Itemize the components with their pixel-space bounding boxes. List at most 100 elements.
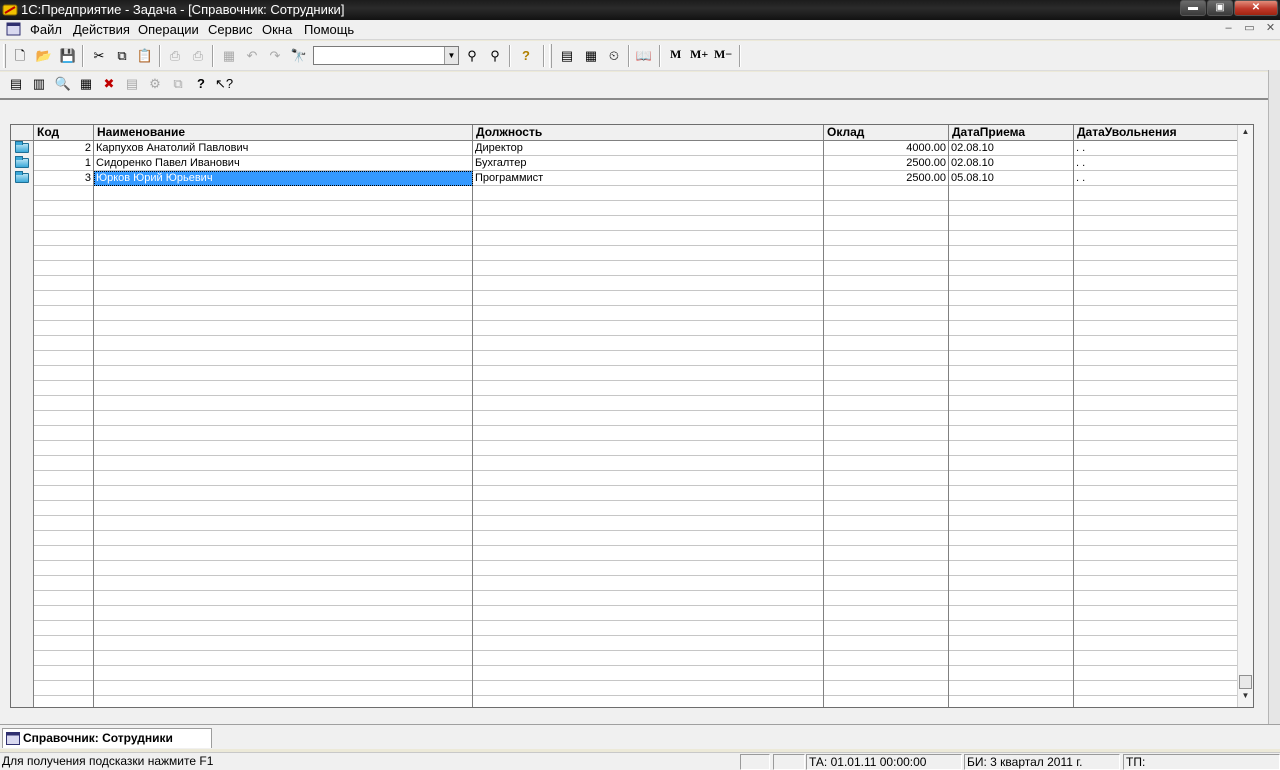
name-cell[interactable] — [94, 696, 473, 707]
name-cell[interactable] — [94, 411, 473, 426]
name-cell[interactable] — [94, 516, 473, 531]
row-icon-cell[interactable] — [11, 651, 34, 666]
code-cell[interactable] — [34, 591, 94, 606]
position-cell[interactable] — [473, 246, 824, 261]
toolbar-grip[interactable] — [549, 44, 552, 68]
book-icon[interactable]: 📖 — [634, 46, 654, 66]
salary-cell[interactable]: 4000.00 — [824, 141, 949, 156]
empty-table-row[interactable] — [11, 636, 1237, 651]
name-cell[interactable]: Юрков Юрий Юрьевич — [94, 171, 473, 186]
code-cell[interactable] — [34, 441, 94, 456]
empty-table-row[interactable] — [11, 621, 1237, 636]
whats-this-icon[interactable]: ↖? — [214, 74, 234, 94]
row-icon-cell[interactable] — [11, 336, 34, 351]
help-icon[interactable]: ? — [516, 46, 536, 66]
copy-icon[interactable]: ⧉ — [112, 46, 132, 66]
salary-cell[interactable] — [824, 291, 949, 306]
print-icon[interactable]: ⎙ — [165, 46, 185, 66]
hire-date-cell[interactable] — [949, 591, 1074, 606]
fire-date-cell[interactable] — [1074, 636, 1237, 651]
code-cell[interactable]: 2 — [34, 141, 94, 156]
position-cell[interactable] — [473, 606, 824, 621]
name-cell[interactable] — [94, 381, 473, 396]
restore-button[interactable]: ▣ — [1207, 0, 1233, 16]
name-cell[interactable] — [94, 666, 473, 681]
column-header-hire-date[interactable]: ДатаПриема — [949, 125, 1074, 141]
position-cell[interactable] — [473, 396, 824, 411]
fire-date-cell[interactable] — [1074, 576, 1237, 591]
position-cell[interactable] — [473, 516, 824, 531]
position-cell[interactable] — [473, 591, 824, 606]
salary-cell[interactable] — [824, 471, 949, 486]
fire-date-cell[interactable] — [1074, 651, 1237, 666]
position-cell[interactable] — [473, 576, 824, 591]
empty-table-row[interactable] — [11, 426, 1237, 441]
salary-cell[interactable] — [824, 621, 949, 636]
position-cell[interactable] — [473, 546, 824, 561]
menu-help[interactable]: Помощь — [304, 22, 354, 37]
salary-cell[interactable] — [824, 546, 949, 561]
column-header-icon[interactable] — [11, 125, 34, 141]
paste-icon[interactable]: 📋 — [135, 46, 155, 66]
name-cell[interactable] — [94, 621, 473, 636]
row-icon-cell[interactable] — [11, 576, 34, 591]
fire-date-cell[interactable] — [1074, 186, 1237, 201]
salary-cell[interactable] — [824, 531, 949, 546]
position-cell[interactable] — [473, 441, 824, 456]
row-icon-cell[interactable] — [11, 411, 34, 426]
column-header-fire-date[interactable]: ДатаУвольнения — [1074, 125, 1237, 141]
fire-date-cell[interactable] — [1074, 426, 1237, 441]
name-cell[interactable] — [94, 201, 473, 216]
position-cell[interactable] — [473, 531, 824, 546]
empty-table-row[interactable] — [11, 471, 1237, 486]
empty-table-row[interactable] — [11, 681, 1237, 696]
code-cell[interactable] — [34, 246, 94, 261]
fire-date-cell[interactable] — [1074, 531, 1237, 546]
salary-cell[interactable] — [824, 366, 949, 381]
code-cell[interactable] — [34, 321, 94, 336]
name-cell[interactable]: Сидоренко Павел Иванович — [94, 156, 473, 171]
empty-table-row[interactable] — [11, 576, 1237, 591]
name-cell[interactable] — [94, 456, 473, 471]
salary-cell[interactable] — [824, 426, 949, 441]
row-icon-cell[interactable] — [11, 351, 34, 366]
undo-icon[interactable]: ↶ — [242, 46, 262, 66]
search-combobox[interactable]: ▼ — [313, 46, 459, 65]
hire-date-cell[interactable]: 02.08.10 — [949, 156, 1074, 171]
hire-date-cell[interactable] — [949, 681, 1074, 696]
salary-cell[interactable] — [824, 666, 949, 681]
name-cell[interactable] — [94, 321, 473, 336]
position-cell[interactable]: Директор — [473, 141, 824, 156]
row-icon-cell[interactable] — [11, 501, 34, 516]
code-cell[interactable] — [34, 396, 94, 411]
chevron-down-icon[interactable]: ▼ — [444, 47, 458, 64]
fire-date-cell[interactable] — [1074, 486, 1237, 501]
salary-cell[interactable] — [824, 696, 949, 707]
column-header-code[interactable]: Код — [34, 125, 94, 141]
row-icon-cell[interactable] — [11, 246, 34, 261]
code-cell[interactable] — [34, 456, 94, 471]
empty-table-row[interactable] — [11, 246, 1237, 261]
empty-table-row[interactable] — [11, 501, 1237, 516]
empty-table-row[interactable] — [11, 261, 1237, 276]
help-doc-icon[interactable]: ? — [191, 74, 211, 94]
fire-date-cell[interactable] — [1074, 261, 1237, 276]
fire-date-cell[interactable] — [1074, 621, 1237, 636]
new-icon[interactable]: 🗋 — [10, 46, 30, 66]
fire-date-cell[interactable] — [1074, 516, 1237, 531]
cut-icon[interactable]: ✂ — [89, 46, 109, 66]
scroll-up-icon[interactable]: ▲ — [1238, 127, 1253, 141]
row-icon-cell[interactable] — [11, 456, 34, 471]
mdi-close-button[interactable]: ✕ — [1261, 21, 1280, 37]
position-cell[interactable]: Бухгалтер — [473, 156, 824, 171]
hire-date-cell[interactable]: 05.08.10 — [949, 171, 1074, 186]
row-icon-cell[interactable] — [11, 261, 34, 276]
empty-table-row[interactable] — [11, 366, 1237, 381]
position-cell[interactable] — [473, 276, 824, 291]
mdi-minimize-button[interactable]: – — [1219, 21, 1238, 37]
code-cell[interactable] — [34, 276, 94, 291]
name-cell[interactable] — [94, 396, 473, 411]
fire-date-cell[interactable] — [1074, 321, 1237, 336]
salary-cell[interactable] — [824, 306, 949, 321]
code-cell[interactable] — [34, 186, 94, 201]
